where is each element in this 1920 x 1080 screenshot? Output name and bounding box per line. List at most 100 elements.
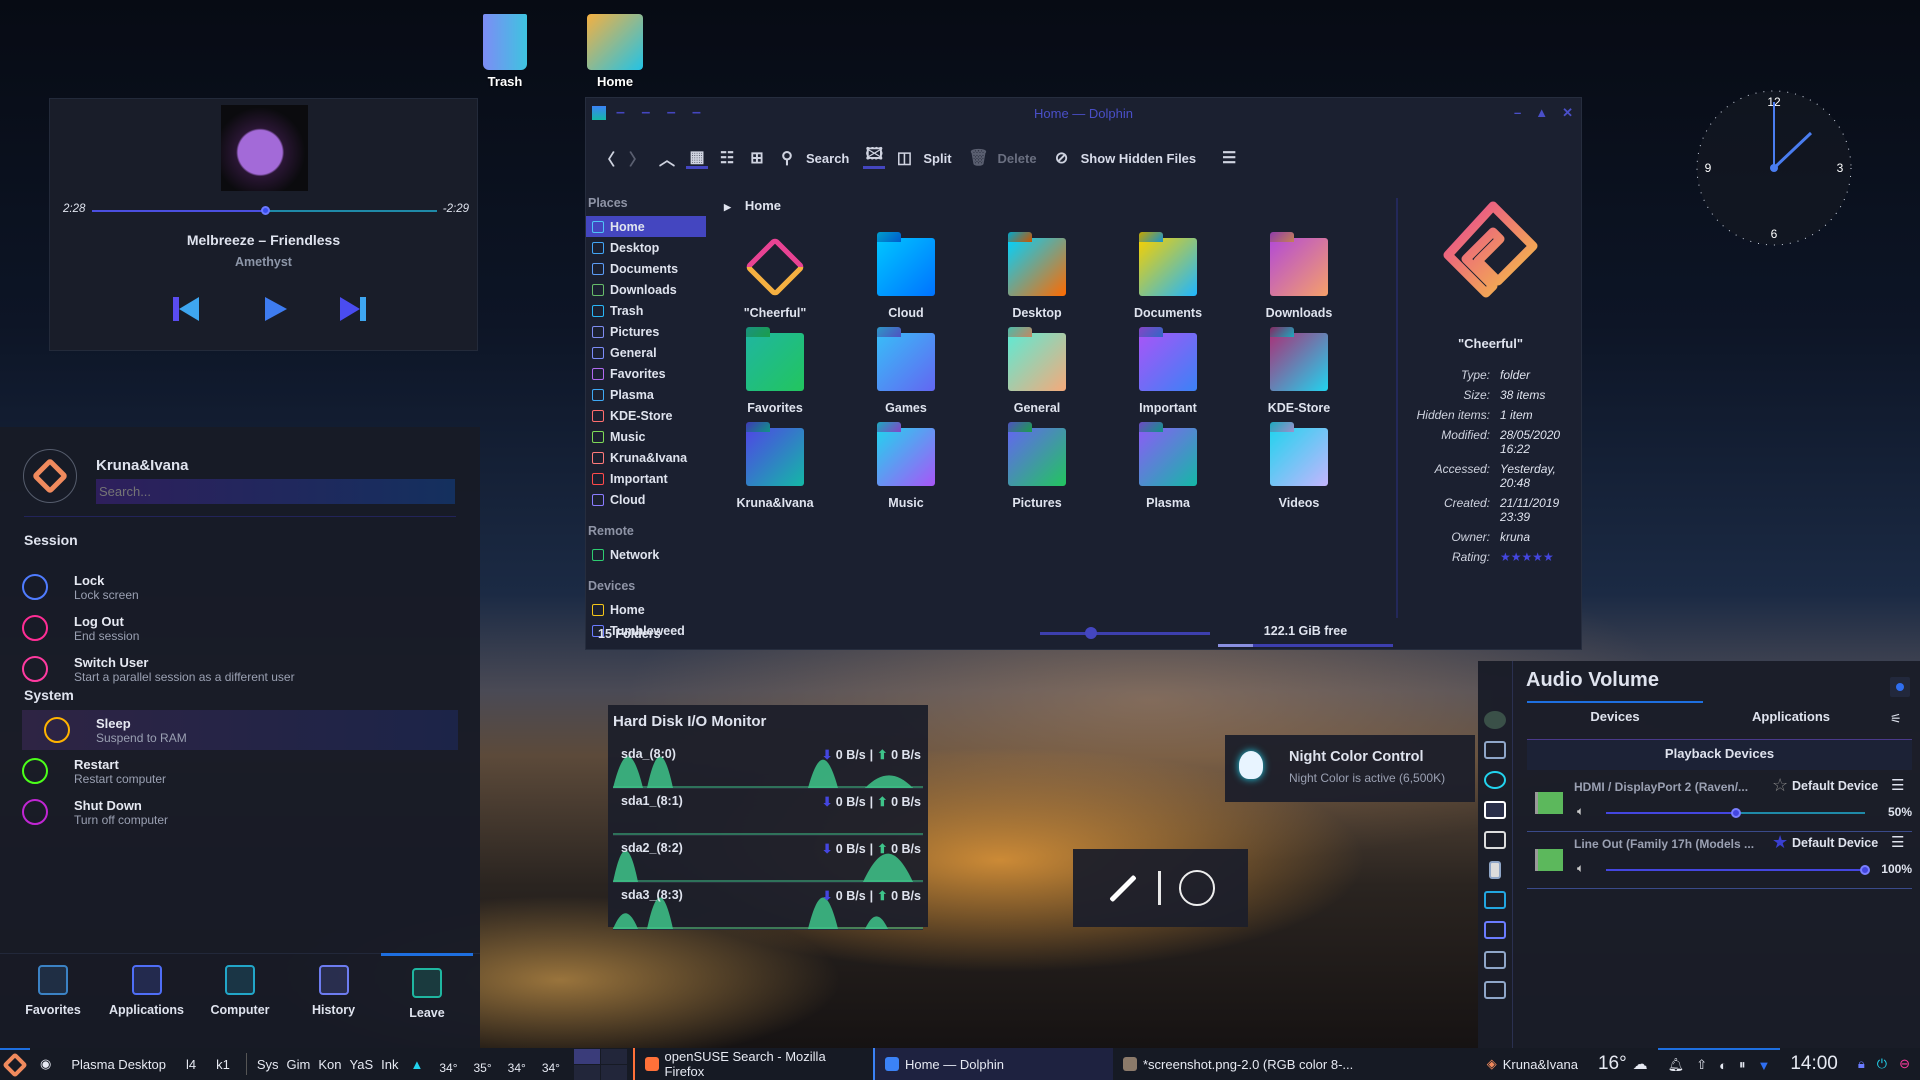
leave-item-shut-down[interactable]: Shut Down Turn off computer — [0, 792, 436, 832]
folder-item[interactable]: Important — [1103, 333, 1233, 415]
folder-item[interactable]: Downloads — [1234, 238, 1364, 320]
switch-user-button[interactable]: ⊖ — [1899, 1056, 1910, 1072]
lock-screen-button[interactable]: 🔒︎ — [1858, 1056, 1865, 1072]
night-color-icon[interactable]: ◐ — [1719, 1058, 1727, 1073]
activity-name[interactable]: Plasma Desktop — [61, 1048, 176, 1080]
user-avatar[interactable] — [23, 449, 77, 503]
sidebar-item-desktop[interactable]: Desktop — [586, 237, 706, 258]
zoom-slider-handle[interactable] — [1085, 627, 1097, 639]
folder-item[interactable]: Plasma — [1103, 428, 1233, 510]
task-button[interactable]: *screenshot.png-2.0 (RGB color 8-... — [1113, 1048, 1453, 1080]
folder-item[interactable]: Music — [841, 428, 971, 510]
sidebar-item-kruna-ivana[interactable]: Kruna&Ivana — [586, 447, 706, 468]
quicklaunch-sys[interactable]: Sys — [253, 1048, 283, 1080]
sidebar-item-plasma[interactable]: Plasma — [586, 384, 706, 405]
tab-computer[interactable]: Computer — [194, 965, 286, 1017]
activity-switcher[interactable]: ◉ — [30, 1048, 61, 1080]
sidebar-item-music[interactable]: Music — [586, 426, 706, 447]
folder-item[interactable]: Desktop — [972, 238, 1102, 320]
star-outline-icon[interactable]: ☆ — [1772, 775, 1788, 796]
volume-slider[interactable] — [1606, 865, 1870, 875]
folder-item[interactable]: Kruna&Ivana — [710, 428, 840, 510]
sidebar-item-kde-store[interactable]: KDE-Store — [586, 405, 706, 426]
sidebar-item-cloud[interactable]: Cloud — [586, 489, 706, 510]
launcher-l4[interactable]: l4 — [176, 1048, 206, 1080]
digital-clock[interactable]: 14:00 — [1780, 1048, 1848, 1080]
media-pause-icon[interactable]: ⏸︎ — [1739, 1057, 1746, 1073]
folder-item[interactable]: Cloud — [841, 238, 971, 320]
folder-item[interactable]: Videos — [1234, 428, 1364, 510]
task-button[interactable]: Home — Dolphin — [872, 1048, 1113, 1080]
desktop-icon-home[interactable]: Home — [575, 14, 655, 89]
icons-view-button[interactable]: ▦ — [686, 147, 708, 169]
minimize-button[interactable]: – — [1514, 105, 1521, 121]
device-menu-button[interactable]: ☰ — [1891, 776, 1904, 794]
leave-item-log-out[interactable]: Log Out End session — [0, 608, 436, 648]
quicklaunch-yas[interactable]: YaS — [346, 1048, 378, 1080]
notes-tray-icon[interactable] — [1484, 741, 1506, 759]
quicklaunch-ink[interactable]: Ink — [377, 1048, 402, 1080]
virtual-desktop-pager[interactable] — [573, 1048, 627, 1080]
sidebar-item-general[interactable]: General — [586, 342, 706, 363]
launcher-k1[interactable]: k1 — [206, 1048, 240, 1080]
tab-applications[interactable]: Applications — [1703, 709, 1879, 724]
folder-item[interactable]: General — [972, 333, 1102, 415]
folder-item[interactable]: Favorites — [710, 333, 840, 415]
leave-item-lock[interactable]: Lock Lock screen — [0, 567, 436, 607]
night-color-tray-icon[interactable] — [1484, 771, 1506, 789]
usb-tray-icon[interactable] — [1489, 861, 1501, 879]
device-menu-button[interactable]: ☰ — [1891, 833, 1904, 851]
weather-widget[interactable]: 16° ☁ — [1588, 1048, 1658, 1080]
tray-expand-arrow[interactable]: ▼ — [1757, 1058, 1770, 1073]
folder-item[interactable]: Documents — [1103, 238, 1233, 320]
volume-slider[interactable] — [1606, 808, 1865, 818]
sidebar-item-home[interactable]: Home — [586, 599, 706, 620]
sidebar-item-documents[interactable]: Documents — [586, 258, 706, 279]
folder-item[interactable]: Games — [841, 333, 971, 415]
tab-leave[interactable]: Leave — [381, 953, 473, 1020]
seek-slider-handle[interactable] — [260, 206, 270, 215]
volume-slider-handle[interactable] — [1730, 808, 1741, 818]
quicklaunch-kon[interactable]: Kon — [314, 1048, 345, 1080]
leave-item-sleep[interactable]: Sleep Suspend to RAM — [22, 710, 458, 750]
task-button[interactable]: openSUSE Search - Mozilla Firefox — [632, 1048, 873, 1080]
sidebar-item-downloads[interactable]: Downloads — [586, 279, 706, 300]
keyboard-tray-icon[interactable] — [1484, 951, 1506, 969]
tab-favorites[interactable]: Favorites — [7, 965, 99, 1017]
audio-settings-button[interactable]: ⚟ — [1890, 711, 1902, 727]
tray-expand-icon[interactable]: ▲ — [410, 1057, 423, 1072]
tab-devices[interactable]: Devices — [1527, 709, 1703, 724]
color-swatch-circle[interactable] — [1179, 870, 1215, 906]
folder-item[interactable]: KDE-Store — [1234, 333, 1364, 415]
desktop-icon-trash[interactable]: Trash — [465, 14, 545, 89]
rating-stars[interactable]: ★★★★★ — [1500, 550, 1580, 564]
kdeconnect-tray-icon[interactable] — [1484, 921, 1506, 939]
next-button[interactable] — [340, 297, 366, 321]
volume-tray-icon[interactable] — [1484, 801, 1506, 819]
screen-tray-icon[interactable] — [1484, 981, 1506, 999]
default-device-button[interactable]: Default Device — [1792, 836, 1878, 850]
eyedropper-icon[interactable] — [1109, 874, 1137, 902]
folder-item[interactable]: "Cheerful" — [710, 236, 840, 320]
leave-item-restart[interactable]: Restart Restart computer — [0, 751, 436, 791]
leave-item-switch-user[interactable]: Switch User Start a parallel session as a… — [0, 649, 436, 689]
sidebar-item-important[interactable]: Important — [586, 468, 706, 489]
forward-button[interactable]: 〉 — [626, 147, 648, 169]
close-button[interactable]: ✕ — [1562, 105, 1573, 121]
play-button[interactable] — [265, 297, 287, 321]
default-device-button[interactable]: Default Device — [1792, 779, 1878, 793]
night-color-widget[interactable]: Night Color Control Night Color is activ… — [1225, 735, 1475, 802]
search-input[interactable] — [96, 479, 455, 504]
quicklaunch-gim[interactable]: Gim — [283, 1048, 315, 1080]
star-filled-icon[interactable]: ★ — [1772, 832, 1788, 853]
speaker-icon[interactable]: 🔈︎ — [1577, 804, 1584, 819]
zoom-slider[interactable] — [1040, 627, 1210, 639]
seek-slider[interactable] — [92, 206, 437, 215]
folder-item[interactable]: Pictures — [972, 428, 1102, 510]
up-button[interactable]: ︿ — [656, 147, 678, 169]
logout-button[interactable]: ⏻ — [1877, 1056, 1887, 1072]
titlebar-extra-buttons[interactable]: – – – – — [616, 104, 707, 122]
sidebar-item-favorites[interactable]: Favorites — [586, 363, 706, 384]
tab-applications[interactable]: Applications — [101, 965, 193, 1017]
tab-history[interactable]: History — [288, 965, 380, 1017]
